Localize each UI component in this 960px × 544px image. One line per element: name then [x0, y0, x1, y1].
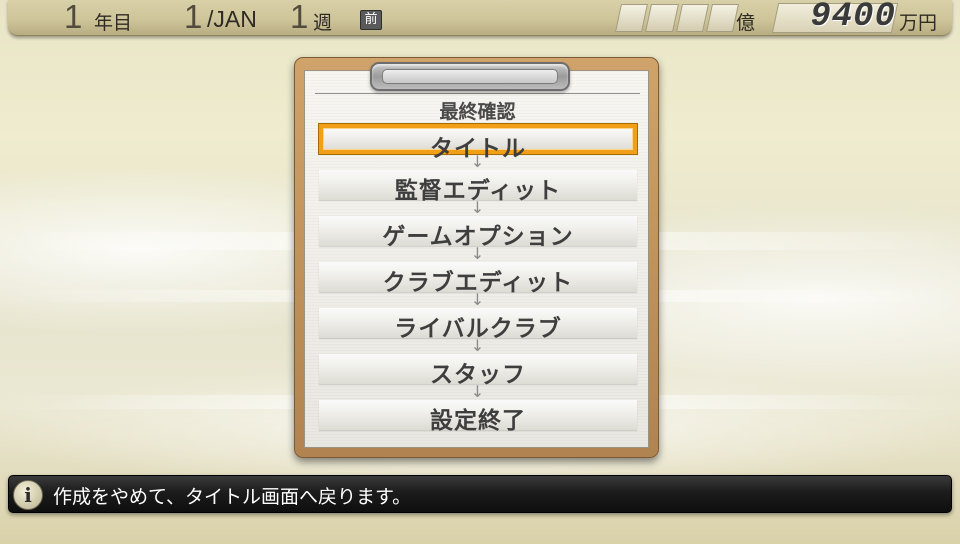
step-manager-edit-button[interactable]: 監督エディット [319, 170, 637, 204]
clipboard-clip [370, 62, 570, 91]
step-game-options-button[interactable]: ゲームオプション [319, 216, 637, 250]
step-finish-setup-button[interactable]: 設定終了 [319, 400, 637, 434]
down-arrow-icon: ↓ [470, 336, 485, 355]
step-rival-club-button[interactable]: ライバルクラブ [319, 308, 637, 342]
down-arrow-icon: ↓ [470, 152, 485, 171]
week-number: 1 [290, 0, 309, 35]
status-bar: 1 年目 1 /JAN 1 週 前 億 9400 万円 [8, 0, 952, 36]
money-value: 9400 [810, 0, 896, 36]
month-label: /JAN [207, 6, 257, 32]
gauge-segment [705, 4, 739, 32]
year-number: 1 [64, 0, 83, 35]
menu-title: 最終確認 [439, 101, 516, 123]
info-icon: i [13, 480, 43, 510]
step-club-edit-button[interactable]: クラブエディット [319, 262, 637, 296]
info-bar: i 作成をやめて、タイトル画面へ戻ります。 [8, 475, 952, 513]
down-arrow-icon: ↓ [470, 198, 485, 217]
clip-inner [382, 69, 558, 84]
gauge-segment [645, 4, 679, 32]
final-check-clipboard: 最終確認 タイトル ↓ 監督エディット ↓ ゲームオプション ↓ クラブエディッ… [294, 57, 659, 458]
week-label: 週 [313, 12, 333, 34]
season-badge: 前 [360, 10, 382, 30]
funds-gauge [615, 4, 739, 32]
step-label: 設定終了 [430, 407, 526, 434]
month-number: 1 [184, 0, 203, 35]
gauge-segment [615, 4, 649, 32]
money-unit: 万円 [899, 12, 938, 34]
step-title-button[interactable]: タイトル [319, 124, 637, 162]
down-arrow-icon: ↓ [470, 290, 485, 309]
down-arrow-icon: ↓ [470, 382, 485, 401]
info-message: 作成をやめて、タイトル画面へ戻ります。 [53, 486, 412, 508]
year-label: 年目 [94, 12, 133, 34]
paper-rule [315, 93, 640, 94]
money-unit-oku: 億 [736, 12, 756, 34]
menu-paper: 最終確認 タイトル ↓ 監督エディット ↓ ゲームオプション ↓ クラブエディッ… [304, 70, 649, 448]
step-staff-button[interactable]: スタッフ [319, 354, 637, 388]
gauge-segment [675, 4, 709, 32]
down-arrow-icon: ↓ [470, 244, 485, 263]
